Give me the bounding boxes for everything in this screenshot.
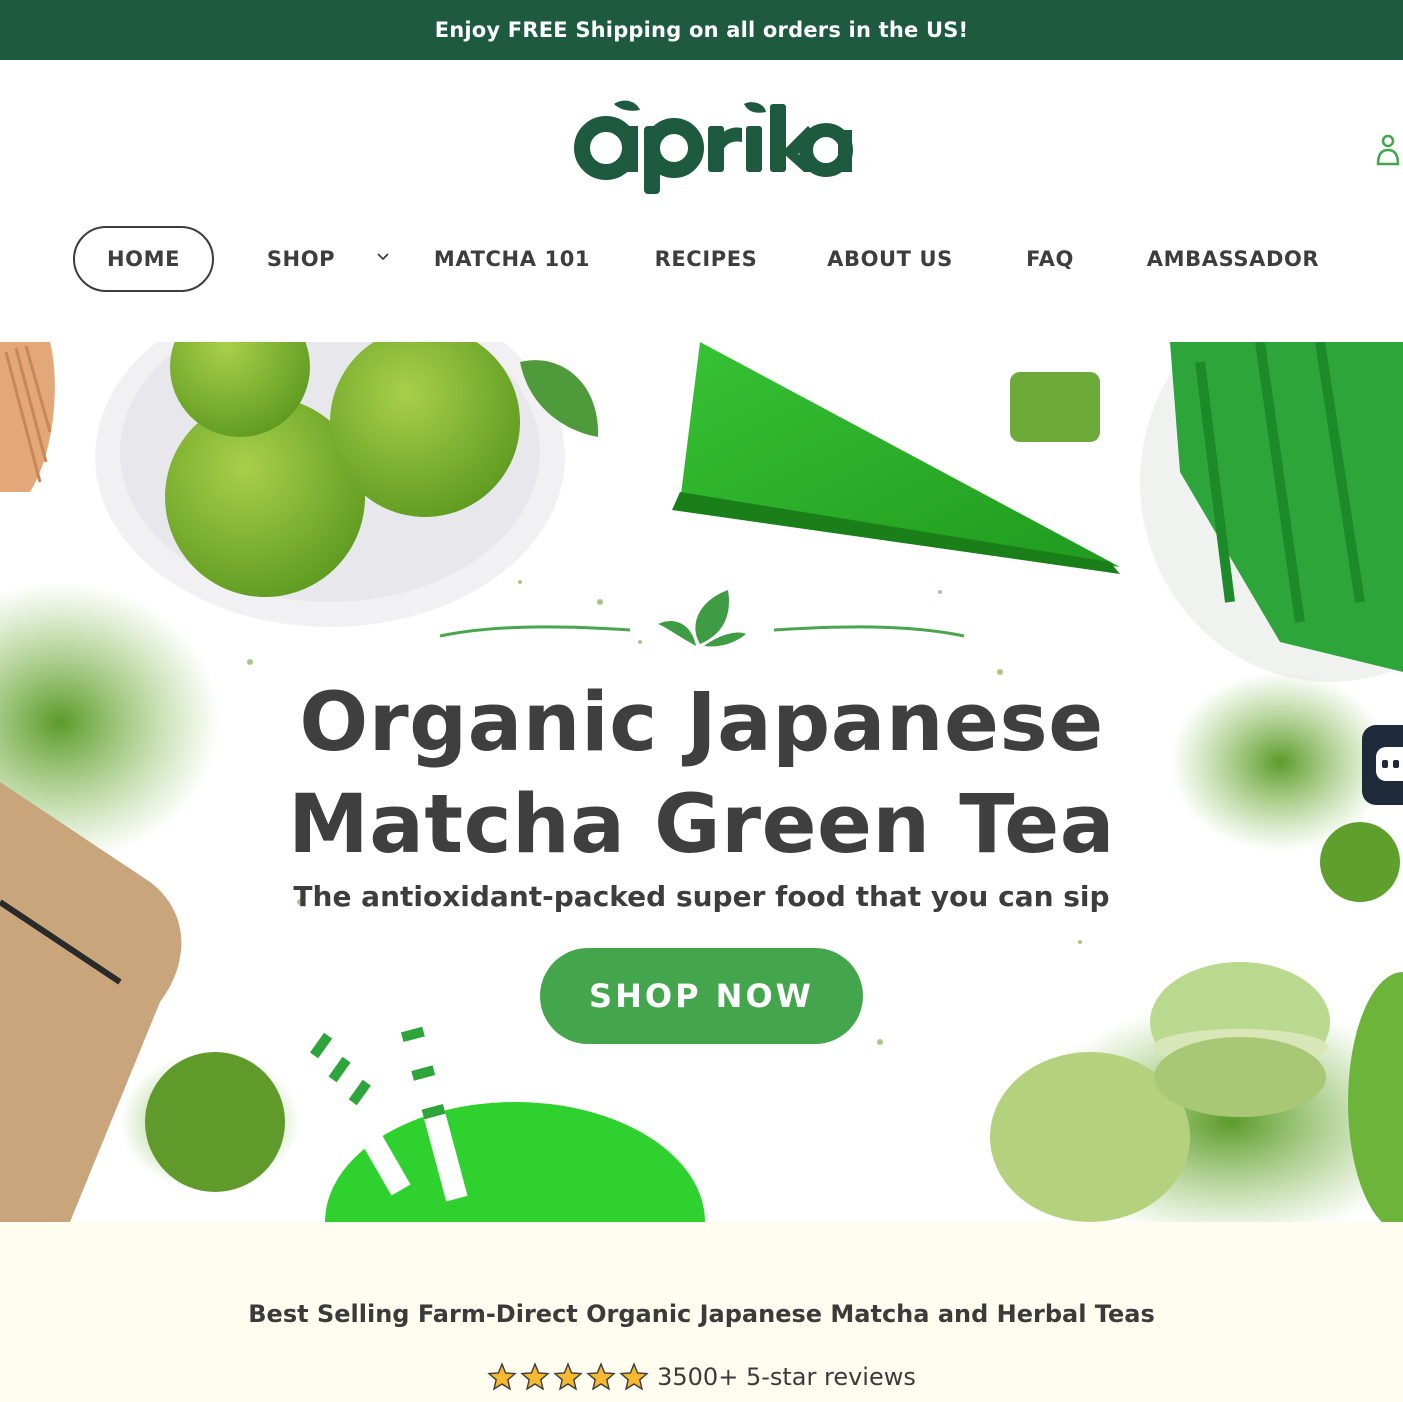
star-icon [553,1362,583,1391]
main-nav: HOME SHOP MATCHA 101 RECIPES ABOUT US FA… [0,226,1403,292]
logo-mark [574,100,853,194]
leaf-divider-icon [439,590,965,647]
brand-logo[interactable] [574,98,854,198]
account-icon[interactable] [1374,132,1402,168]
nav-home-label: HOME [106,247,181,271]
bestseller-section: Best Selling Farm-Direct Organic Japanes… [0,1222,1403,1402]
nav-ambassador[interactable]: AMBASSADOR [1142,226,1324,292]
chat-widget-button[interactable] [1362,725,1403,805]
bestseller-title: Best Selling Farm-Direct Organic Japanes… [248,1300,1155,1328]
nav-faq[interactable]: FAQ [1018,226,1082,292]
chevron-down-icon[interactable] [375,248,391,264]
nav-shop-label: SHOP [266,247,336,271]
nav-faq-label: FAQ [1026,247,1074,271]
shop-now-button[interactable]: SHOP NOW [540,948,863,1044]
hero-title-line-1: Organic Japanese [299,676,1104,770]
star-icon [619,1362,649,1391]
nav-matcha-101[interactable]: MATCHA 101 [433,226,591,292]
nav-recipes-label: RECIPES [654,247,758,271]
rating-stars [487,1362,649,1392]
hero-subtitle: The antioxidant-packed super food that y… [293,880,1110,913]
announcement-bar: Enjoy FREE Shipping on all orders in the… [0,0,1403,60]
shop-now-label: SHOP NOW [589,977,814,1015]
star-icon [520,1362,550,1391]
nav-about-us[interactable]: ABOUT US [823,226,957,292]
reviews-count-text: 3500+ 5-star reviews [657,1363,916,1391]
hero-banner: Organic Japanese Matcha Green Tea The an… [0,342,1403,1222]
nav-recipes[interactable]: RECIPES [650,226,762,292]
site-header: HOME SHOP MATCHA 101 RECIPES ABOUT US FA… [0,60,1403,342]
nav-shop[interactable]: SHOP [262,226,340,292]
nav-home[interactable]: HOME [73,226,214,292]
hero-title: Organic Japanese Matcha Green Tea [200,672,1203,876]
nav-ambassador-label: AMBASSADOR [1146,247,1320,271]
announcement-text: Enjoy FREE Shipping on all orders in the… [434,18,969,42]
nav-about-us-label: ABOUT US [827,247,953,271]
reviews-summary[interactable]: 3500+ 5-star reviews [0,1362,1403,1392]
chat-icon [1376,747,1403,781]
star-icon [487,1362,517,1391]
star-icon [586,1362,616,1391]
nav-matcha-101-label: MATCHA 101 [433,247,591,271]
hero-title-line-2: Matcha Green Tea [288,778,1115,872]
